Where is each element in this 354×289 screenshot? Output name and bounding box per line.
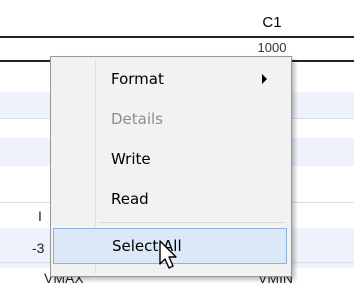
menu-item-details[interactable]: Details (53, 101, 287, 137)
arrow-cursor-icon (159, 240, 177, 269)
chevron-right-icon (262, 74, 267, 84)
menu-item-label: Details (111, 110, 164, 128)
menu-item-write[interactable]: Write (53, 141, 287, 177)
menu-item-read[interactable]: Read (53, 181, 287, 217)
clipped-cell-text: I (38, 208, 42, 224)
menu-item-label: Format (111, 70, 164, 88)
column-header-c1[interactable]: C1 (232, 14, 312, 31)
menu-item-format[interactable]: Format (53, 61, 287, 97)
menu-item-label: Write (111, 150, 151, 168)
grid-cell-value[interactable]: 1000 (232, 40, 312, 55)
menu-item-label: Read (111, 190, 149, 208)
clipped-cell-text: -3 (32, 240, 45, 256)
header-divider (0, 36, 354, 38)
menu-separator (99, 222, 285, 223)
